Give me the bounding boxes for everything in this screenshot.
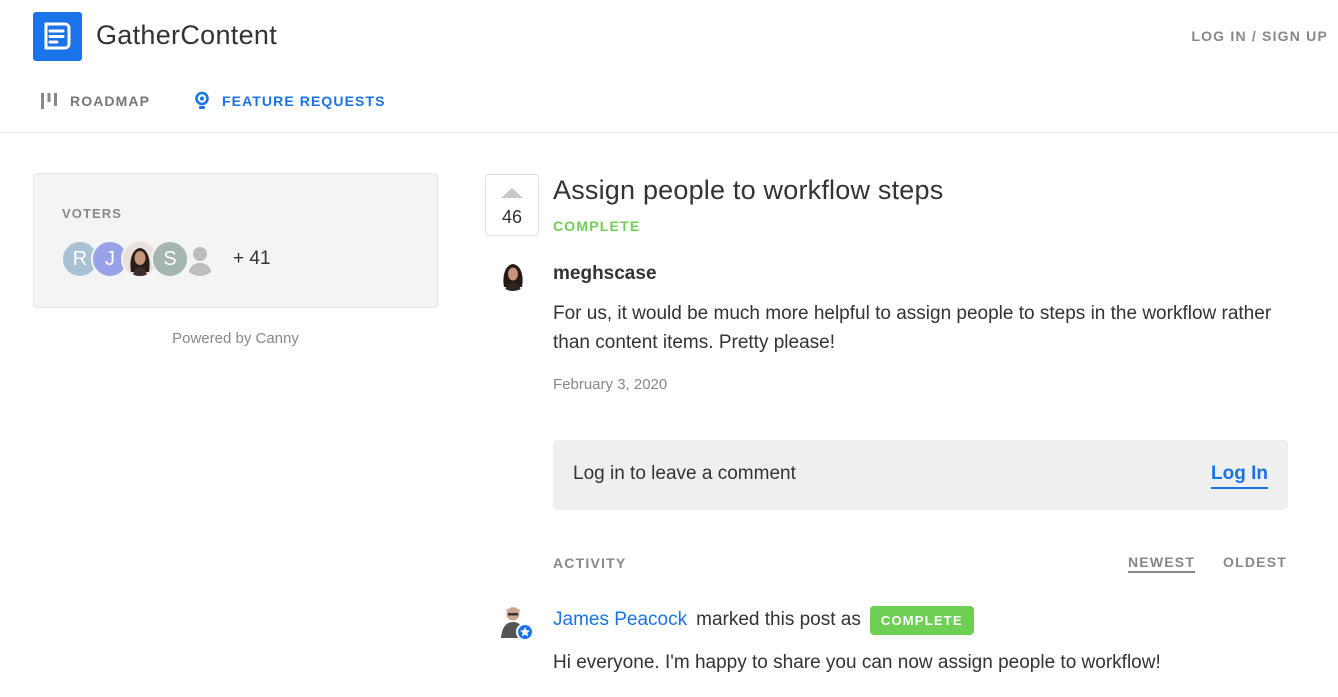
activity-action-text: marked this post as (696, 609, 861, 630)
upvote-button[interactable]: 46 (485, 174, 539, 236)
activity-comment-body: Hi everyone. I'm happy to share you can … (553, 652, 1161, 673)
post-author[interactable]: meghscase (553, 263, 657, 285)
voters-avatars: R J S + 41 (61, 240, 271, 278)
comment-box: Log in to leave a comment Log In (553, 440, 1288, 510)
post-status: COMPLETE (553, 218, 641, 234)
vote-count: 46 (501, 207, 523, 227)
lightbulb-icon (194, 91, 210, 111)
anonymous-user-icon (181, 240, 219, 278)
powered-by-canny[interactable]: Powered by Canny (33, 330, 438, 347)
voters-extra-count: + 41 (233, 248, 271, 269)
gathercontent-logo-icon[interactable] (33, 12, 82, 61)
brand-name[interactable]: GatherContent (96, 20, 277, 51)
upvote-arrow-icon (501, 188, 523, 198)
sort-oldest-button[interactable]: OLDEST (1223, 554, 1287, 570)
voters-title: VOTERS (62, 206, 123, 221)
header: GatherContent LOG IN / SIGN UP ROADMAP F… (0, 0, 1338, 133)
voters-card: VOTERS R J S + 41 (33, 173, 438, 308)
activity-user-avatar (498, 604, 534, 641)
activity-label: ACTIVITY (553, 555, 627, 571)
nav-feature-requests-label: FEATURE REQUESTS (222, 93, 386, 109)
author-avatar (497, 259, 529, 291)
status-badge: COMPLETE (869, 605, 974, 635)
login-button[interactable]: Log In (1211, 463, 1268, 489)
login-signup-link[interactable]: LOG IN / SIGN UP (1191, 28, 1328, 44)
activity-item: James Peacock marked this post as COMPLE… (553, 605, 974, 635)
nav-roadmap[interactable]: ROADMAP (40, 90, 150, 112)
activity-user-link[interactable]: James Peacock (553, 609, 687, 631)
sort-newest-button[interactable]: NEWEST (1128, 554, 1196, 573)
nav-roadmap-label: ROADMAP (70, 93, 151, 109)
post-date: February 3, 2020 (553, 376, 668, 393)
comment-prompt: Log in to leave a comment (573, 463, 796, 484)
roadmap-bars-icon (40, 92, 58, 110)
post-body: For us, it would be much more helpful to… (553, 303, 1272, 353)
post-title: Assign people to workflow steps (553, 175, 944, 205)
nav-feature-requests[interactable]: FEATURE REQUESTS (194, 90, 386, 112)
